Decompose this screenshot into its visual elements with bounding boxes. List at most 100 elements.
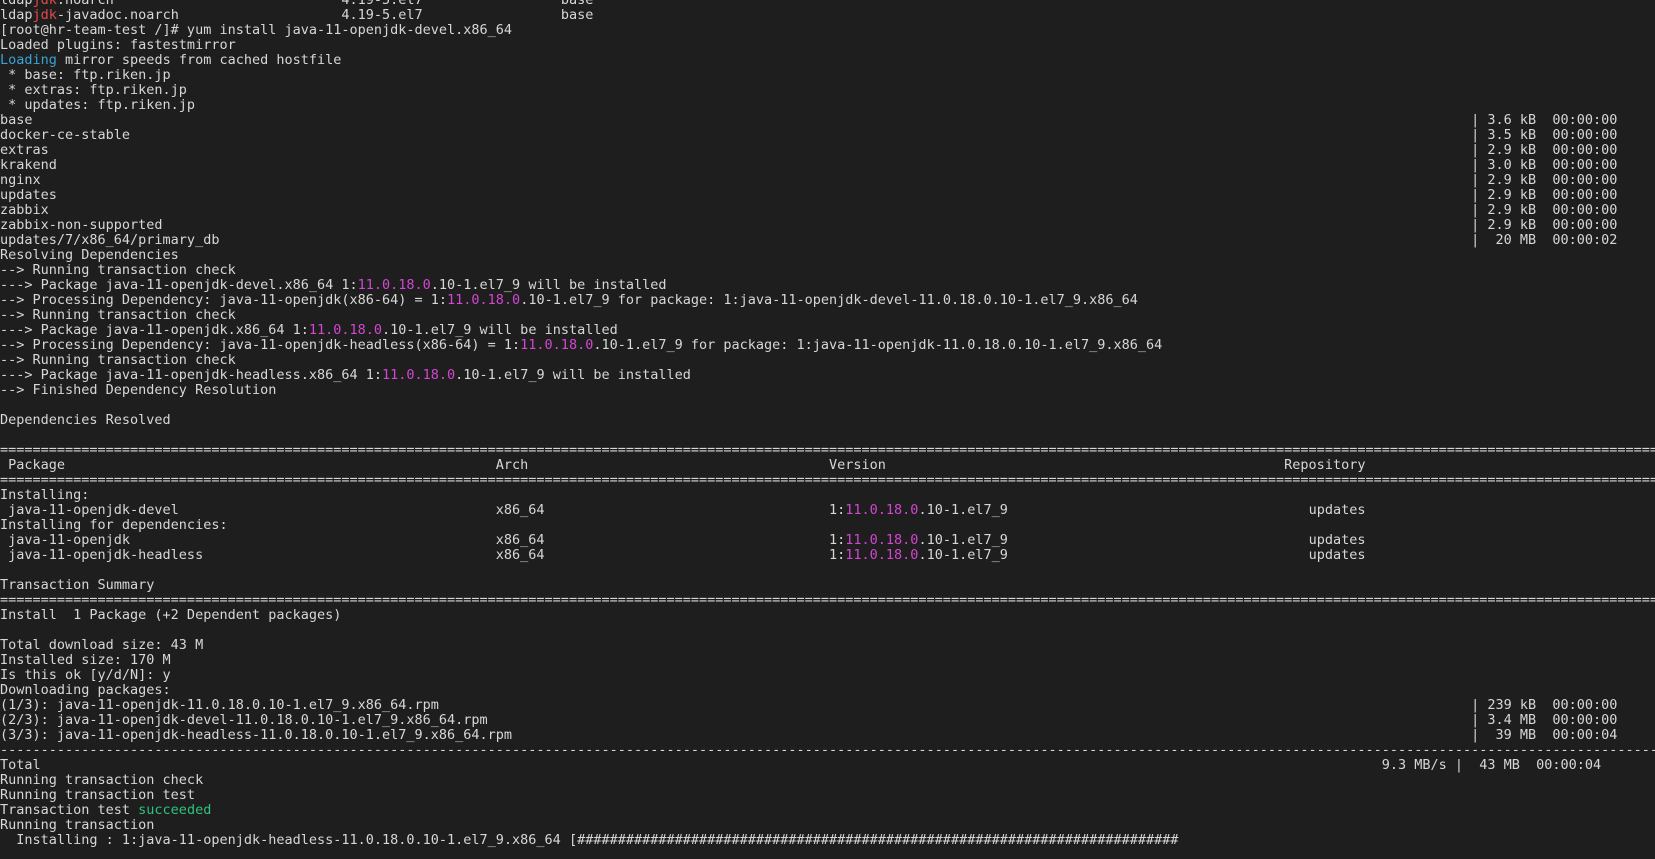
highlighted-text: 11.0.18.0 bbox=[845, 547, 919, 563]
line-text: ----------------------------------------… bbox=[0, 742, 1655, 758]
terminal-line-output: --> Running transaction check bbox=[0, 353, 1655, 368]
terminal-line-repo: krakend | 3.0 kB 00:00:00 bbox=[0, 158, 1655, 173]
line-text: ========================================… bbox=[0, 472, 1655, 488]
highlighted-text: succeeded bbox=[138, 802, 212, 818]
line-text: -javadoc.noarch 4.19-5.el7 base bbox=[56, 7, 594, 23]
highlighted-text: 11.0.18.0 bbox=[357, 277, 431, 293]
highlighted-text: 11.0.18.0 bbox=[845, 532, 919, 548]
line-text: Running transaction check bbox=[0, 772, 204, 788]
line-text: Installing: bbox=[0, 487, 90, 503]
terminal-line-output: --> Running transaction check bbox=[0, 263, 1655, 278]
line-text: ---> Package java-11-openjdk-headless.x8… bbox=[0, 367, 383, 383]
terminal-line-repo: nginx | 2.9 kB 00:00:00 bbox=[0, 173, 1655, 188]
line-text: .10-1.el7_9 updates 239 k bbox=[918, 532, 1366, 548]
line-text: java-11-openjdk x86_64 1: bbox=[0, 532, 846, 548]
line-text: updates | 2.9 kB 00:00:00 bbox=[0, 187, 1618, 203]
line-text: (2/3): java-11-openjdk-devel-11.0.18.0.1… bbox=[0, 712, 1618, 728]
line-text: Total 9.3 MB/s | 43 MB 00:00:04 bbox=[0, 757, 1602, 773]
terminal-line-output: Transaction test succeeded bbox=[0, 803, 1655, 818]
terminal-line-output: * extras: ftp.riken.jp bbox=[0, 83, 1655, 98]
terminal-line-output: Resolving Dependencies bbox=[0, 248, 1655, 263]
terminal-line-output: ---> Package java-11-openjdk.x86_64 1:11… bbox=[0, 323, 1655, 338]
terminal-line-table-header: Package Arch Version Repository Size bbox=[0, 458, 1655, 473]
terminal-line-repo: docker-ce-stable | 3.5 kB 00:00:00 bbox=[0, 128, 1655, 143]
terminal-line-output: * updates: ftp.riken.jp bbox=[0, 98, 1655, 113]
highlighted-text: Loading bbox=[0, 52, 57, 68]
terminal-line-table-row: java-11-openjdk x86_64 1:11.0.18.0.10-1.… bbox=[0, 533, 1655, 548]
terminal-output: ldapjdk.noarch 4.19-5.el7 base ldapjdk-ja… bbox=[0, 0, 1655, 848]
terminal-line-separator: ----------------------------------------… bbox=[0, 743, 1655, 758]
line-text: Package Arch Version Repository Size bbox=[0, 457, 1655, 473]
line-text: mirror speeds from cached hostfile bbox=[56, 52, 342, 68]
line-text: --> Running transaction check bbox=[0, 262, 236, 278]
line-text: --> Processing Dependency: java-11-openj… bbox=[0, 292, 448, 308]
terminal-line-output: Dependencies Resolved bbox=[0, 413, 1655, 428]
line-text: Transaction test bbox=[0, 802, 139, 818]
terminal-line-output: Loaded plugins: fastestmirror bbox=[0, 38, 1655, 53]
line-text: (3/3): java-11-openjdk-headless-11.0.18.… bbox=[0, 727, 1618, 743]
terminal-line-output: Running transaction bbox=[0, 818, 1655, 833]
terminal-line-output: --> Processing Dependency: java-11-openj… bbox=[0, 293, 1655, 308]
terminal-line-output: Running transaction test bbox=[0, 788, 1655, 803]
line-text: --> Finished Dependency Resolution bbox=[0, 382, 277, 398]
highlighted-text: 11.0.18.0 bbox=[308, 322, 383, 338]
terminal-line-prompt: Is this ok [y/d/N]: y bbox=[0, 668, 1655, 683]
highlighted-text: jdk bbox=[32, 7, 57, 23]
line-text: [root@hr-team-test /]# yum install java-… bbox=[0, 22, 513, 38]
line-text: zabbix | 2.9 kB 00:00:00 bbox=[0, 202, 1618, 218]
terminal-line-output: Install 1 Package (+2 Dependent packages… bbox=[0, 608, 1655, 623]
terminal-line-download: (2/3): java-11-openjdk-devel-11.0.18.0.1… bbox=[0, 713, 1655, 728]
line-text: ========================================… bbox=[0, 442, 1655, 458]
line-text: krakend | 3.0 kB 00:00:00 bbox=[0, 157, 1618, 173]
line-text: * updates: ftp.riken.jp bbox=[0, 97, 196, 113]
line-text: updates/7/x86_64/primary_db | 20 MB 00:0… bbox=[0, 232, 1618, 248]
terminal-line-download: (3/3): java-11-openjdk-headless-11.0.18.… bbox=[0, 728, 1655, 743]
line-text: .10-1.el7_9 updates 3.4 M bbox=[918, 502, 1366, 518]
terminal-line-output: Loading mirror speeds from cached hostfi… bbox=[0, 53, 1655, 68]
line-text: Resolving Dependencies bbox=[0, 247, 179, 263]
line-text: Loaded plugins: fastestmirror bbox=[0, 37, 236, 53]
terminal-line-progress: Installing : 1:java-11-openjdk-headless-… bbox=[0, 833, 1655, 848]
terminal-line-command: [root@hr-team-test /]# yum install java-… bbox=[0, 23, 1655, 38]
line-text: .10-1.el7_9 will be installed bbox=[455, 367, 691, 383]
line-text: .10-1.el7_9 for package: 1:java-11-openj… bbox=[520, 292, 1138, 308]
line-text: nginx | 2.9 kB 00:00:00 bbox=[0, 172, 1618, 188]
terminal-window[interactable]: ldapjdk.noarch 4.19-5.el7 base ldapjdk-ja… bbox=[0, 0, 1655, 859]
terminal-line-output: Total download size: 43 M bbox=[0, 638, 1655, 653]
terminal-line-repo: updates/7/x86_64/primary_db | 20 MB 00:0… bbox=[0, 233, 1655, 248]
line-text: * base: ftp.riken.jp bbox=[0, 67, 171, 83]
terminal-line-table-row: java-11-openjdk-headless x86_64 1:11.0.1… bbox=[0, 548, 1655, 563]
line-text: --> Processing Dependency: java-11-openj… bbox=[0, 337, 521, 353]
terminal-line-repo: zabbix | 2.9 kB 00:00:00 bbox=[0, 203, 1655, 218]
terminal-line-output: Installed size: 170 M bbox=[0, 653, 1655, 668]
terminal-line-separator: ========================================… bbox=[0, 443, 1655, 458]
terminal-line-separator: ========================================… bbox=[0, 473, 1655, 488]
line-text: Downloading packages: bbox=[0, 682, 171, 698]
highlighted-text: 11.0.18.0 bbox=[382, 367, 456, 383]
terminal-line-output: Downloading packages: bbox=[0, 683, 1655, 698]
terminal-line-repo: updates | 2.9 kB 00:00:00 bbox=[0, 188, 1655, 203]
terminal-line-output: Installing for dependencies: bbox=[0, 518, 1655, 533]
line-text: Dependencies Resolved bbox=[0, 412, 171, 428]
terminal-line-output: Installing: bbox=[0, 488, 1655, 503]
terminal-line-separator: ========================================… bbox=[0, 593, 1655, 608]
line-text: Is this ok [y/d/N]: y bbox=[0, 667, 171, 683]
terminal-line-output: * base: ftp.riken.jp bbox=[0, 68, 1655, 83]
line-text: Installing for dependencies: bbox=[0, 517, 228, 533]
line-text: ---> Package java-11-openjdk-devel.x86_6… bbox=[0, 277, 358, 293]
line-text: Running transaction test bbox=[0, 787, 196, 803]
line-text: ========================================… bbox=[0, 592, 1655, 608]
line-text: zabbix-non-supported | 2.9 kB 00:00:00 bbox=[0, 217, 1618, 233]
line-text: java-11-openjdk-headless x86_64 1: bbox=[0, 547, 846, 563]
line-text: --> Running transaction check bbox=[0, 352, 236, 368]
terminal-line-repo: zabbix-non-supported | 2.9 kB 00:00:00 bbox=[0, 218, 1655, 233]
line-text: Install 1 Package (+2 Dependent packages… bbox=[0, 607, 342, 623]
terminal-line-output: --> Processing Dependency: java-11-openj… bbox=[0, 338, 1655, 353]
terminal-line-output: Total 9.3 MB/s | 43 MB 00:00:04 bbox=[0, 758, 1655, 773]
terminal-line-output: Transaction Summary bbox=[0, 578, 1655, 593]
highlighted-text: 11.0.18.0 bbox=[845, 502, 919, 518]
